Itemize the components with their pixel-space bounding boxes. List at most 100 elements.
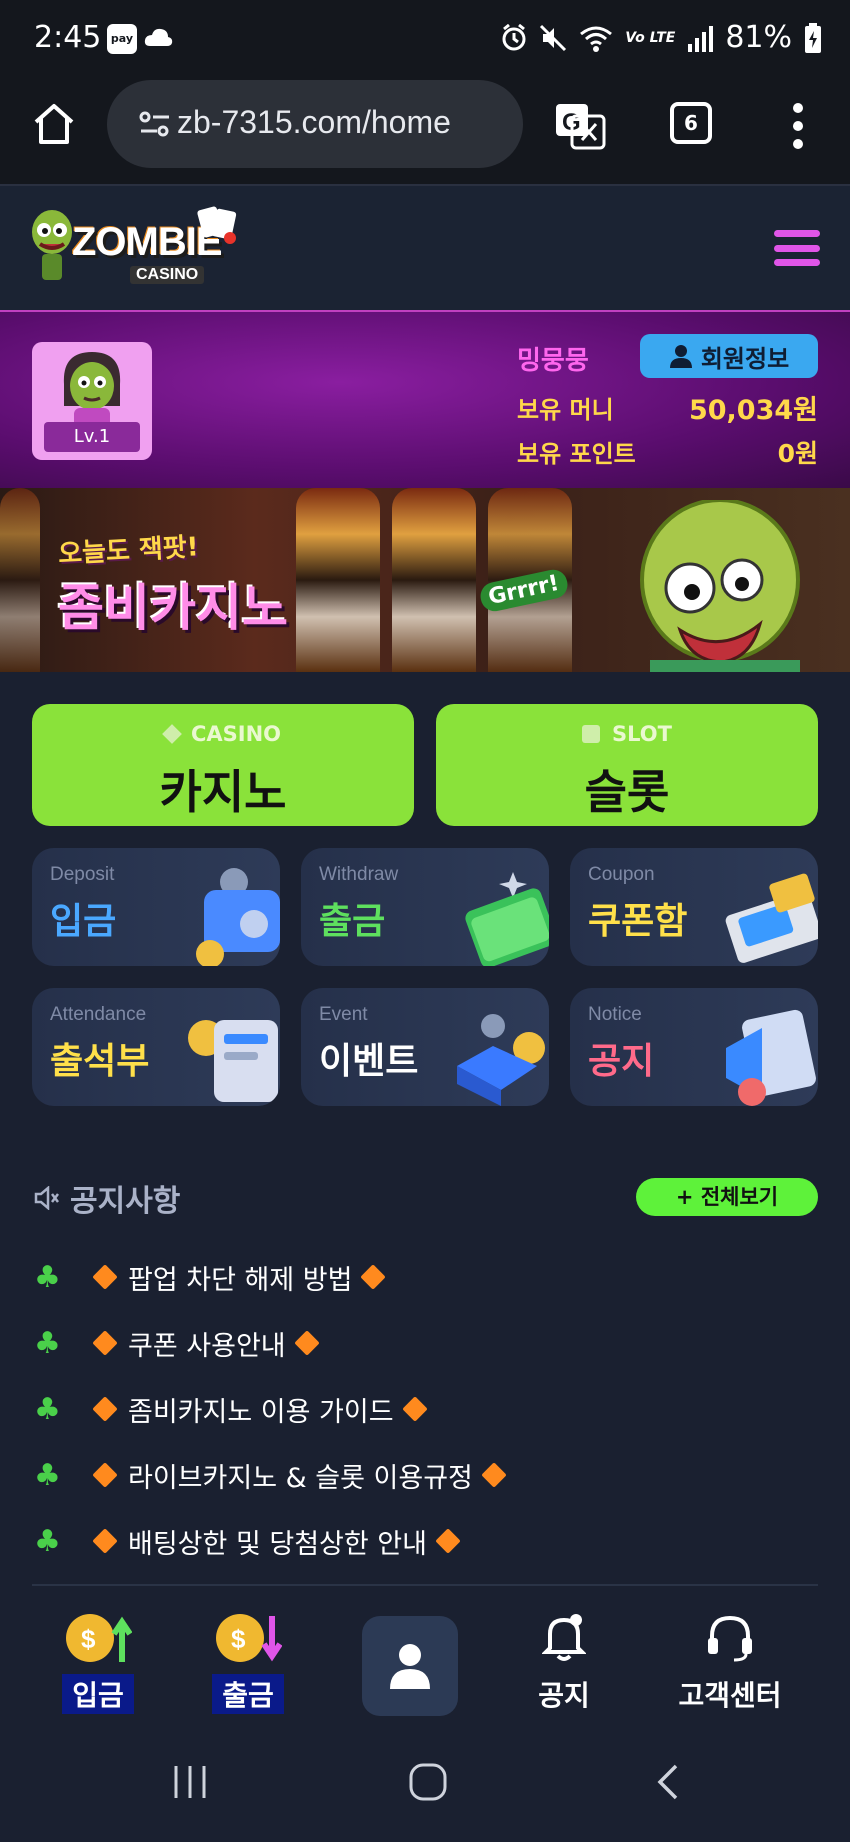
member-info-button[interactable]: 회원정보 <box>640 334 818 378</box>
casino-button[interactable]: CASINO 카지노 <box>32 704 414 826</box>
slot-machine-image <box>296 488 380 672</box>
slot-sub-label: SLOT <box>436 722 818 746</box>
diamond-icon <box>360 1264 387 1290</box>
home-icon[interactable] <box>30 100 78 148</box>
tile-en-label: Event <box>319 1004 368 1025</box>
avatar[interactable]: Lv.1 <box>32 342 152 460</box>
point-label: 보유 포인트 <box>517 440 636 468</box>
home-button-icon[interactable] <box>408 1762 448 1802</box>
signal-icon <box>688 25 714 52</box>
notice-text: 팝업 차단 해제 방법 <box>128 1264 353 1296</box>
tile-en-label: Withdraw <box>319 864 399 885</box>
tile-ko-label: 이벤트 <box>319 1041 419 1082</box>
casino-main-label: 카지노 <box>159 765 287 819</box>
tile-coupon[interactable]: Coupon 쿠폰함 <box>570 848 818 966</box>
bottom-nav: $ 입금 $ 출금 공지 고객센터 <box>0 1586 850 1724</box>
browser-toolbar: zb-7315.com/home G 6 <box>0 80 850 186</box>
status-icons: Vo LTE 81% <box>501 20 822 55</box>
svg-text:$: $ <box>81 1624 96 1654</box>
tile-en-label: Coupon <box>588 864 655 885</box>
battery-icon <box>805 22 821 53</box>
nav-profile[interactable] <box>362 1616 458 1716</box>
user-icon <box>669 345 692 368</box>
tile-attendance[interactable]: Attendance 출석부 <box>32 988 280 1106</box>
slot-button[interactable]: SLOT 슬롯 <box>436 704 818 826</box>
network-label: Vo LTE <box>625 29 676 46</box>
cash-stack-icon <box>465 872 549 966</box>
list-item[interactable]: ♣ 배팅상한 및 당첨상한 안내 <box>34 1508 824 1574</box>
nav-support[interactable]: 고객센터 <box>664 1612 796 1714</box>
cards-icon <box>197 206 237 244</box>
diamond-icon <box>435 1528 461 1554</box>
diamond-icon <box>401 1396 428 1422</box>
diamond-icon <box>92 1396 118 1422</box>
tile-en-label: Attendance <box>50 1004 147 1025</box>
document-icon <box>726 1009 816 1106</box>
club-icon: ♣ <box>34 1391 61 1427</box>
back-icon[interactable] <box>654 1762 682 1802</box>
menu-bar <box>774 230 820 237</box>
tile-event[interactable]: Event 이벤트 <box>301 988 549 1106</box>
club-icon: ♣ <box>34 1523 61 1559</box>
list-item[interactable]: ♣ 라이브카지노 & 슬롯 이용규정 <box>34 1442 824 1508</box>
nav-deposit[interactable]: $ 입금 <box>62 1612 134 1714</box>
coupon-icon <box>725 873 818 963</box>
clock: 2:45 <box>34 20 102 55</box>
view-all-button[interactable]: + 전체보기 <box>636 1178 818 1216</box>
headset-icon <box>708 1615 752 1662</box>
nav-withdraw-label: 출금 <box>212 1674 284 1714</box>
zombie-head-icon <box>32 210 72 280</box>
user-panel: Lv.1 밍뭉뭉 회원정보 보유 머니 50,034원 보유 포인트 0원 <box>0 312 850 488</box>
tile-withdraw[interactable]: Withdraw 출금 <box>301 848 549 966</box>
notice-title: 공지사항 <box>70 1184 181 1219</box>
slot-machine-image <box>392 488 476 672</box>
site-settings-icon[interactable] <box>139 110 171 138</box>
battery-percent: 81% <box>725 20 792 55</box>
diamond-icon <box>481 1462 507 1488</box>
diamond-icon <box>92 1330 118 1356</box>
nav-notice[interactable]: 공지 <box>528 1612 600 1714</box>
coin-down-icon: $ <box>216 1614 283 1662</box>
logo-subtext: CASINO <box>130 266 205 284</box>
gift-box-icon <box>457 1014 545 1106</box>
member-info-label: 회원정보 <box>700 344 790 373</box>
diamond-icon <box>92 1528 118 1554</box>
menu-bar <box>774 259 820 266</box>
tile-ko-label: 출석부 <box>50 1041 150 1082</box>
slot-machine-image <box>0 488 40 672</box>
money-label: 보유 머니 <box>517 396 614 424</box>
notice-list: ♣ 팝업 차단 해제 방법 ♣ 쿠폰 사용안내 ♣ 좀비카지노 이용 가이드 ♣… <box>34 1244 824 1574</box>
address-bar[interactable]: zb-7315.com/home <box>107 80 523 168</box>
nav-withdraw[interactable]: $ 출금 <box>212 1612 284 1714</box>
tile-deposit[interactable]: Deposit 입금 <box>32 848 280 966</box>
point-value: 0원 <box>777 439 818 468</box>
spade-icon <box>162 724 182 744</box>
speaker-icon <box>34 1186 59 1210</box>
recent-apps-icon[interactable] <box>170 1764 210 1800</box>
list-item[interactable]: ♣ 팝업 차단 해제 방법 <box>34 1244 824 1310</box>
nav-notice-label: 공지 <box>538 1679 590 1712</box>
wifi-icon <box>580 26 613 52</box>
site-header: ZOMBIE CASINO <box>0 186 850 312</box>
more-options-icon[interactable] <box>790 102 806 150</box>
list-item[interactable]: ♣ 좀비카지노 이용 가이드 <box>34 1376 824 1442</box>
promo-banner[interactable]: 오늘도 잭팟! 좀비카지노 Grrrr! <box>0 488 850 672</box>
mute-icon <box>540 24 567 51</box>
site-logo[interactable]: ZOMBIE CASINO <box>30 204 240 296</box>
diamond-icon <box>92 1462 118 1488</box>
zombie-mascot-icon <box>640 500 800 672</box>
list-item[interactable]: ♣ 쿠폰 사용안내 <box>34 1310 824 1376</box>
translate-icon[interactable]: G <box>554 102 606 150</box>
tabs-button[interactable]: 6 <box>670 102 712 144</box>
banner-title: 좀비카지노 <box>58 579 288 637</box>
user-icon <box>390 1644 430 1689</box>
alarm-icon <box>502 23 526 50</box>
slot-main-label: 슬롯 <box>584 765 670 819</box>
club-icon: ♣ <box>34 1259 61 1295</box>
menu-button[interactable] <box>774 230 820 266</box>
tile-ko-label: 입금 <box>50 901 117 942</box>
tile-ko-label: 쿠폰함 <box>588 901 688 942</box>
club-icon: ♣ <box>34 1325 61 1361</box>
tile-notice[interactable]: Notice 공지 <box>570 988 818 1106</box>
svg-text:$: $ <box>231 1624 246 1654</box>
